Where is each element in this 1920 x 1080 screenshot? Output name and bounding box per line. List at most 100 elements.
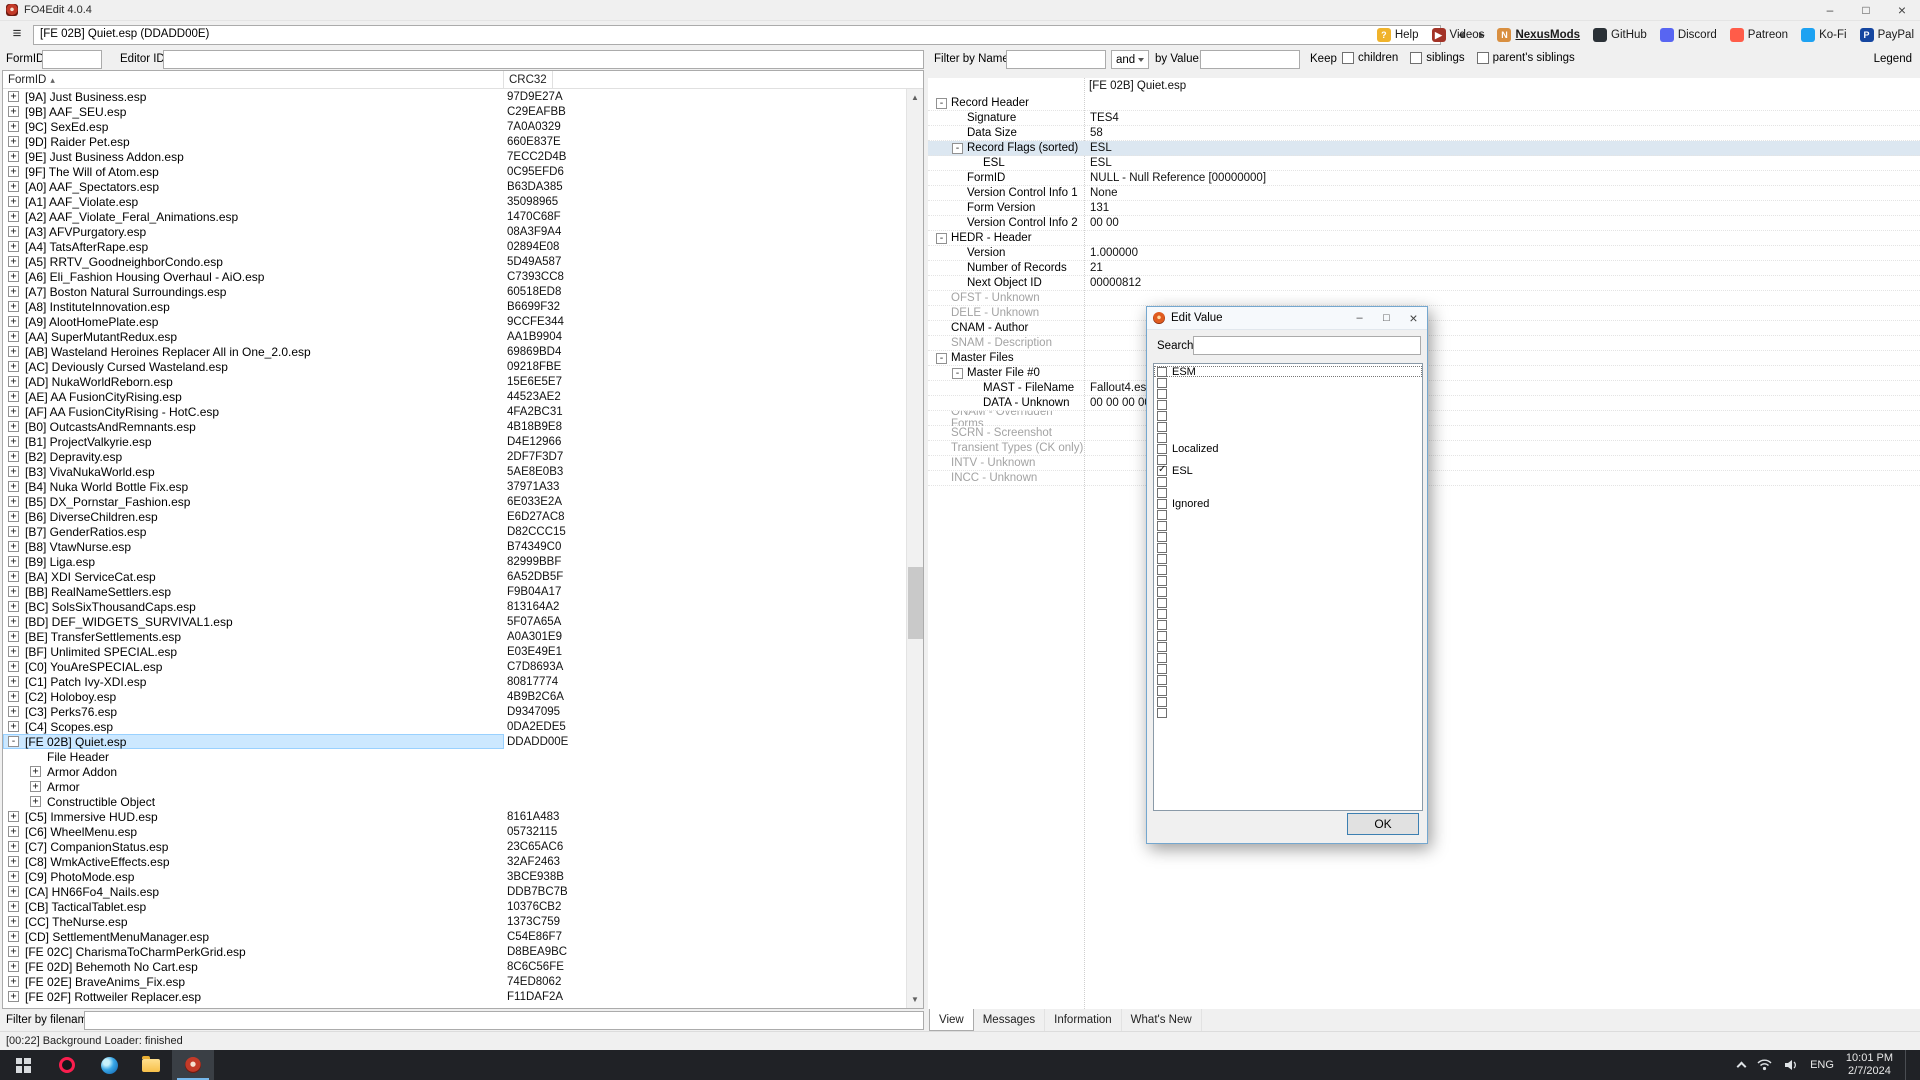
tree-row[interactable]: +[B3] VivaNukaWorld.esp5AE8E0B3 [3, 464, 906, 479]
dialog-minimize-button[interactable] [1346, 307, 1373, 329]
tree-row[interactable]: +[C8] WmkActiveEffects.esp32AF2463 [3, 854, 906, 869]
checkbox-icon[interactable] [1157, 576, 1167, 586]
flag-row[interactable] [1154, 619, 1422, 630]
tree-row[interactable]: +[C3] Perks76.espD9347095 [3, 704, 906, 719]
expand-icon[interactable]: + [8, 586, 19, 597]
tree-row[interactable]: +[A0] AAF_Spectators.espB63DA385 [3, 179, 906, 194]
flag-row[interactable] [1154, 564, 1422, 575]
tree-row[interactable]: +[C6] WheelMenu.esp05732115 [3, 824, 906, 839]
tree-row[interactable]: +[B4] Nuka World Bottle Fix.esp37971A33 [3, 479, 906, 494]
flag-row[interactable] [1154, 388, 1422, 399]
dialog-close-button[interactable] [1400, 307, 1427, 329]
detail-row[interactable]: -HEDR - Header [928, 231, 1920, 246]
checkbox-icon[interactable] [1157, 697, 1167, 707]
expand-icon[interactable]: + [8, 361, 19, 372]
tree-row[interactable]: +[C9] PhotoMode.esp3BCE938B [3, 869, 906, 884]
tree-row[interactable]: +[AC] Deviously Cursed Wasteland.esp0921… [3, 359, 906, 374]
checkbox-icon[interactable] [1157, 521, 1167, 531]
scrollbar-thumb[interactable] [908, 567, 923, 639]
tree-row[interactable]: -[FE 02B] Quiet.espDDADD00E [3, 734, 906, 749]
expand-icon[interactable]: + [8, 331, 19, 342]
tree-row[interactable]: +[9C] SexEd.esp7A0A0329 [3, 119, 906, 134]
flag-row[interactable] [1154, 410, 1422, 421]
expand-icon[interactable]: + [8, 676, 19, 687]
minimize-button[interactable] [1812, 0, 1848, 20]
checkbox-icon[interactable] [1157, 466, 1167, 476]
flag-row[interactable] [1154, 377, 1422, 388]
filter-operator-select[interactable]: and [1111, 50, 1149, 69]
tree-row-child[interactable]: File Header [3, 749, 906, 764]
expand-icon[interactable]: + [8, 646, 19, 657]
flag-row[interactable]: Localized [1154, 443, 1422, 454]
checkbox-icon[interactable] [1157, 664, 1167, 674]
tree-row[interactable]: +[9D] Raider Pet.esp660E837E [3, 134, 906, 149]
close-button[interactable] [1884, 0, 1920, 20]
tree-row[interactable]: +[A4] TatsAfterRape.esp02894E08 [3, 239, 906, 254]
tree-row[interactable]: +[A5] RRTV_GoodneighborCondo.esp5D49A587 [3, 254, 906, 269]
expand-icon[interactable]: + [8, 121, 19, 132]
flag-row[interactable] [1154, 421, 1422, 432]
tree-row-child[interactable]: +Constructible Object [3, 794, 906, 809]
flag-row[interactable] [1154, 542, 1422, 553]
checkbox-icon[interactable] [1157, 708, 1167, 718]
checkbox-icon[interactable] [1157, 499, 1167, 509]
expand-icon[interactable]: + [8, 286, 19, 297]
expand-icon[interactable]: + [30, 766, 41, 777]
tree-row[interactable]: +[FE 02C] CharismaToCharmPerkGrid.espD8B… [3, 944, 906, 959]
flag-row[interactable] [1154, 652, 1422, 663]
tree-row[interactable]: +[C1] Patch Ivy-XDI.esp80817774 [3, 674, 906, 689]
expand-icon[interactable]: + [8, 181, 19, 192]
tree-row[interactable]: +[AB] Wasteland Heroines Replacer All in… [3, 344, 906, 359]
expand-icon[interactable]: + [8, 556, 19, 567]
scroll-up-icon[interactable] [907, 89, 923, 106]
expand-icon[interactable]: + [8, 481, 19, 492]
tree-row[interactable]: +[B1] ProjectValkyrie.espD4E12966 [3, 434, 906, 449]
flag-row[interactable] [1154, 476, 1422, 487]
expand-icon[interactable]: + [8, 571, 19, 582]
tree-row[interactable]: +[9B] AAF_SEU.espC29EAFBB [3, 104, 906, 119]
tree-row[interactable]: +[AA] SuperMutantRedux.espAA1B9904 [3, 329, 906, 344]
tree-row[interactable]: +[FE 02E] BraveAnims_Fix.esp74ED8062 [3, 974, 906, 989]
breadcrumb[interactable]: [FE 02B] Quiet.esp (DDADD00E) [33, 25, 1441, 45]
tree-row[interactable]: +[9F] The Will of Atom.esp0C95EFD6 [3, 164, 906, 179]
checkbox-icon[interactable] [1157, 609, 1167, 619]
checkbox-icon[interactable] [1157, 367, 1167, 377]
expand-icon[interactable]: + [8, 721, 19, 732]
maximize-button[interactable] [1848, 0, 1884, 20]
tab-what-s-new[interactable]: What's New [1122, 1009, 1202, 1031]
tree-row[interactable]: +[FE 02D] Behemoth No Cart.esp8C6C56FE [3, 959, 906, 974]
detail-row[interactable]: SignatureTES4 [928, 111, 1920, 126]
ok-button[interactable]: OK [1347, 813, 1419, 835]
flag-row[interactable] [1154, 553, 1422, 564]
tree-row[interactable]: +[9A] Just Business.esp97D9E27A [3, 89, 906, 104]
expand-icon[interactable]: + [8, 211, 19, 222]
tree-row-child[interactable]: +Armor [3, 779, 906, 794]
expand-icon[interactable]: + [8, 451, 19, 462]
tree-row[interactable]: +[A1] AAF_Violate.esp35098965 [3, 194, 906, 209]
expand-icon[interactable]: + [8, 946, 19, 957]
checkbox-icon[interactable] [1157, 565, 1167, 575]
tree-row[interactable]: +[AD] NukaWorldReborn.esp15E6E5E7 [3, 374, 906, 389]
taskbar-clock[interactable]: 10:01 PM 2/7/2024 [1846, 1052, 1893, 1078]
collapse-icon[interactable]: - [952, 368, 963, 379]
tree-row[interactable]: +[B7] GenderRatios.espD82CCC15 [3, 524, 906, 539]
link-nexusmods[interactable]: NNexusMods [1497, 28, 1580, 42]
expand-icon[interactable]: + [8, 436, 19, 447]
checkbox-icon[interactable] [1157, 400, 1167, 410]
taskbar-app-edge[interactable] [88, 1050, 130, 1080]
tree-row[interactable]: +[A3] AFVPurgatory.esp08A3F9A4 [3, 224, 906, 239]
checkbox-icon[interactable] [1410, 52, 1422, 64]
expand-icon[interactable]: + [8, 91, 19, 102]
flag-row[interactable]: ESL [1154, 465, 1422, 476]
expand-icon[interactable]: + [8, 856, 19, 867]
detail-row[interactable]: Next Object ID00000812 [928, 276, 1920, 291]
expand-icon[interactable]: + [8, 406, 19, 417]
expand-icon[interactable]: + [8, 256, 19, 267]
expand-icon[interactable]: + [8, 496, 19, 507]
flag-row[interactable] [1154, 630, 1422, 641]
flag-row[interactable] [1154, 454, 1422, 465]
tree-row[interactable]: +[A8] InstituteInnovation.espB6699F32 [3, 299, 906, 314]
tree-row[interactable]: +[C7] CompanionStatus.esp23C65AC6 [3, 839, 906, 854]
expand-icon[interactable]: + [8, 901, 19, 912]
filter-by-name-input[interactable] [1006, 50, 1106, 69]
